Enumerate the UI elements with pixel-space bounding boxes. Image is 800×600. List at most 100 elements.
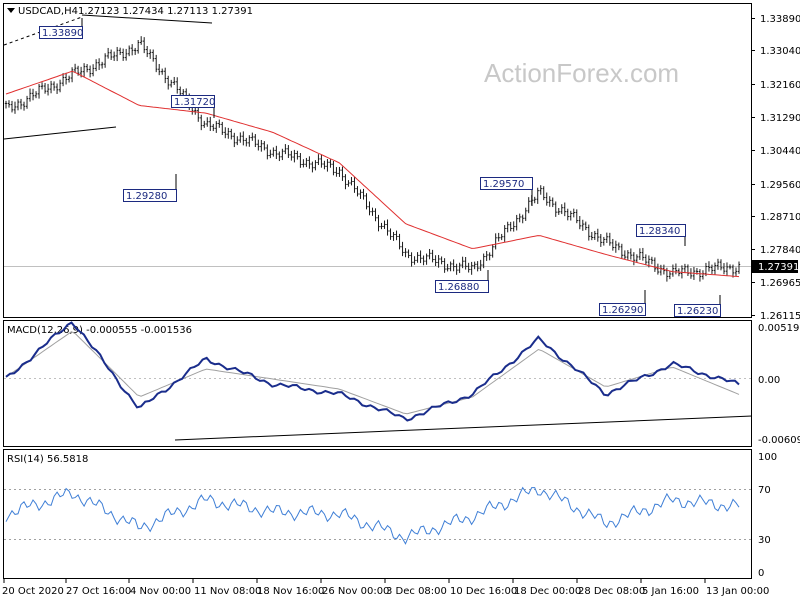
price-bar bbox=[121, 48, 125, 61]
price-bar bbox=[593, 230, 597, 240]
price-bar bbox=[548, 196, 551, 207]
price-panel-frame bbox=[3, 3, 752, 318]
price-bar bbox=[389, 228, 392, 240]
price-bar bbox=[428, 248, 431, 260]
price-bar bbox=[338, 166, 341, 177]
callout-text: 1.29280 bbox=[126, 191, 167, 202]
price-bar bbox=[43, 83, 47, 94]
callout-text: 1.31720 bbox=[174, 97, 215, 108]
price-bar bbox=[311, 161, 314, 173]
price-bar bbox=[410, 252, 413, 267]
price-bar bbox=[272, 147, 275, 157]
price-bar bbox=[4, 100, 8, 109]
price-bar bbox=[485, 251, 488, 261]
price-bar bbox=[158, 63, 161, 76]
price-bar bbox=[194, 107, 197, 115]
price-bar bbox=[425, 253, 428, 265]
macd-header: MACD(12,26,9) -0.000555 -0.001536 bbox=[7, 325, 192, 336]
price-bar bbox=[112, 51, 116, 61]
price-bar bbox=[596, 228, 600, 242]
price-bar bbox=[506, 221, 509, 233]
price-bar bbox=[617, 242, 621, 251]
price-bar bbox=[212, 123, 215, 132]
price-bar bbox=[386, 219, 389, 236]
price-bar bbox=[281, 148, 284, 161]
price-bar bbox=[161, 68, 164, 75]
macd-axis: 0.005195 0.00 -0.006093 bbox=[758, 323, 800, 446]
time-axis: 20 Oct 2020 27 Oct 16:00 4 Nov 00:00 11 … bbox=[2, 579, 769, 597]
macd-main-line bbox=[5, 321, 740, 422]
price-bar bbox=[46, 83, 50, 96]
price-bar bbox=[203, 120, 206, 128]
price-bar bbox=[440, 256, 443, 265]
price-bar bbox=[392, 231, 395, 241]
price-bar bbox=[656, 263, 660, 275]
price-bar bbox=[368, 201, 371, 216]
price-bar bbox=[103, 53, 107, 68]
price-bar bbox=[28, 88, 32, 102]
price-bar bbox=[494, 233, 497, 250]
price-bar bbox=[623, 250, 627, 260]
price-bar bbox=[335, 167, 338, 177]
price-bar bbox=[716, 258, 720, 270]
rsi-header: RSI(14) 56.5818 bbox=[7, 454, 88, 465]
price-bar bbox=[626, 250, 630, 260]
price-bar bbox=[269, 149, 272, 159]
price-bar bbox=[254, 134, 257, 148]
callout-1-33890: 1.33890 bbox=[39, 18, 83, 39]
price-bar bbox=[533, 196, 536, 204]
price-bar bbox=[458, 262, 461, 274]
callout-text: 1.26880 bbox=[438, 282, 479, 293]
time-tick-label: 5 Jan 16:00 bbox=[642, 586, 699, 597]
price-bar bbox=[236, 136, 239, 146]
price-bar bbox=[227, 127, 230, 139]
price-bar bbox=[25, 95, 29, 109]
time-tick-label: 20 Oct 2020 bbox=[2, 586, 64, 597]
price-bar bbox=[296, 150, 299, 160]
price-bar bbox=[605, 232, 609, 243]
price-tick-label: 1.26965 bbox=[760, 278, 800, 289]
price-bar bbox=[100, 61, 104, 69]
macd-tick-label: 0.005195 bbox=[758, 323, 800, 334]
price-bar bbox=[118, 47, 122, 55]
price-bar bbox=[545, 192, 548, 206]
price-bar bbox=[377, 214, 380, 232]
price-bar bbox=[698, 269, 702, 282]
time-tick-label: 18 Dec 00:00 bbox=[514, 586, 581, 597]
price-bar bbox=[566, 208, 569, 221]
price-bar bbox=[13, 101, 17, 114]
price-bar bbox=[470, 261, 473, 275]
rsi-axis: 100 70 30 0 bbox=[758, 452, 777, 579]
price-bar bbox=[482, 253, 485, 269]
price-bar bbox=[653, 257, 657, 272]
price-bar bbox=[467, 262, 470, 273]
price-bar bbox=[446, 263, 449, 272]
price-tick-label: 1.27840 bbox=[760, 245, 800, 256]
price-bar bbox=[539, 185, 542, 195]
price-bar bbox=[473, 261, 476, 270]
price-bar bbox=[130, 44, 134, 56]
price-bar bbox=[124, 48, 128, 61]
price-bar bbox=[224, 127, 227, 139]
price-bar bbox=[287, 145, 290, 158]
price-bar bbox=[722, 263, 726, 275]
price-bar bbox=[106, 47, 110, 59]
trendline-lower bbox=[3, 126, 117, 140]
price-bar bbox=[437, 254, 440, 268]
price-bar bbox=[560, 204, 563, 215]
price-bar bbox=[395, 230, 398, 241]
collapse-triangle-icon[interactable] bbox=[7, 8, 15, 13]
price-bar bbox=[500, 233, 503, 241]
price-bar bbox=[305, 157, 308, 168]
price-bar bbox=[608, 232, 612, 246]
time-tick-label: 4 Nov 00:00 bbox=[130, 586, 191, 597]
price-bar bbox=[284, 144, 287, 155]
price-bar bbox=[260, 139, 263, 152]
price-bar bbox=[148, 49, 152, 59]
price-bar bbox=[353, 176, 356, 193]
price-bar bbox=[127, 45, 131, 57]
price-bar bbox=[248, 135, 251, 147]
price-bar bbox=[620, 243, 624, 259]
price-bar bbox=[518, 213, 521, 223]
price-bar bbox=[136, 40, 140, 54]
